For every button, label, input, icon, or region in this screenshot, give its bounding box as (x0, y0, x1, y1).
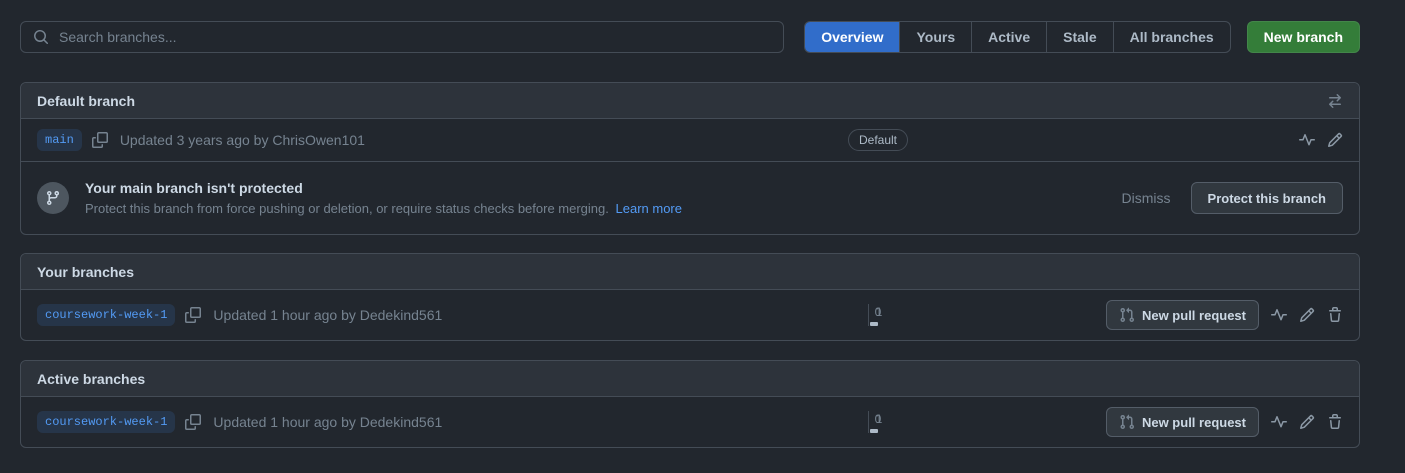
dismiss-link[interactable]: Dismiss (1122, 190, 1171, 206)
section-title: Active branches (37, 371, 145, 387)
trash-icon (1327, 307, 1343, 323)
arrow-switch-icon[interactable] (1327, 93, 1343, 109)
rename-branch-button[interactable] (1299, 307, 1315, 323)
notice-description: Protect this branch from force pushing o… (85, 201, 682, 216)
tab-all-branches[interactable]: All branches (1113, 22, 1230, 52)
ahead-behind-counter: 0 1 (868, 411, 889, 433)
filter-tabs: Overview Yours Active Stale All branches (804, 21, 1230, 53)
copy-icon (92, 132, 108, 148)
new-pull-request-label: New pull request (1142, 308, 1246, 323)
branch-updated-text: Updated 1 hour ago by Dedekind561 (213, 307, 442, 323)
section-title: Default branch (37, 93, 135, 109)
git-pull-request-icon (1119, 307, 1135, 323)
tab-yours[interactable]: Yours (899, 22, 971, 52)
new-pull-request-label: New pull request (1142, 415, 1246, 430)
your-branches-header: Your branches (21, 254, 1359, 290)
delete-branch-button[interactable] (1327, 414, 1343, 430)
pulse-icon (1271, 307, 1287, 323)
branch-updated-text: Updated 3 years ago by ChrisOwen101 (120, 132, 365, 148)
pulse-icon (1299, 132, 1315, 148)
branch-protection-notice: Your main branch isn't protected Protect… (21, 161, 1359, 234)
search-icon (33, 29, 49, 45)
pencil-icon (1299, 307, 1315, 323)
notice-description-text: Protect this branch from force pushing o… (85, 201, 609, 216)
default-branch-section: Default branch main Updated 3 years ago … (20, 82, 1360, 235)
git-pull-request-icon (1119, 414, 1135, 430)
delete-branch-button[interactable] (1327, 307, 1343, 323)
search-box[interactable] (20, 21, 784, 53)
branch-activity-button[interactable] (1271, 307, 1287, 323)
copy-branch-name-button[interactable] (92, 132, 108, 148)
branch-link-main[interactable]: main (37, 129, 82, 151)
section-title: Your branches (37, 264, 134, 280)
search-input[interactable] (49, 29, 783, 45)
branch-activity-button[interactable] (1271, 414, 1287, 430)
ahead-count: 1 (870, 411, 889, 428)
rename-branch-button[interactable] (1327, 132, 1343, 148)
copy-icon (185, 414, 201, 430)
branch-link-coursework[interactable]: coursework-week-1 (37, 411, 175, 433)
new-pull-request-button[interactable]: New pull request (1106, 407, 1259, 437)
default-branch-header: Default branch (21, 83, 1359, 119)
branch-protection-avatar (37, 182, 69, 214)
branch-link-coursework[interactable]: coursework-week-1 (37, 304, 175, 326)
branch-activity-button[interactable] (1299, 132, 1315, 148)
rename-branch-button[interactable] (1299, 414, 1315, 430)
pencil-icon (1327, 132, 1343, 148)
copy-icon (185, 307, 201, 323)
ahead-bar (870, 322, 878, 326)
ahead-count: 1 (870, 304, 889, 321)
ahead-behind-counter: 0 1 (868, 304, 889, 326)
branch-row-coursework-active: coursework-week-1 Updated 1 hour ago by … (21, 397, 1359, 447)
toolbar: Overview Yours Active Stale All branches… (20, 21, 1360, 53)
pencil-icon (1299, 414, 1315, 430)
branch-updated-text: Updated 1 hour ago by Dedekind561 (213, 414, 442, 430)
tab-active[interactable]: Active (971, 22, 1046, 52)
branches-page: Overview Yours Active Stale All branches… (20, 21, 1360, 448)
your-branches-section: Your branches coursework-week-1 Updated … (20, 253, 1360, 341)
tab-overview[interactable]: Overview (805, 22, 899, 52)
branch-row-coursework-yours: coursework-week-1 Updated 1 hour ago by … (21, 290, 1359, 340)
ahead-bar (870, 429, 878, 433)
new-branch-button[interactable]: New branch (1247, 21, 1360, 53)
learn-more-link[interactable]: Learn more (616, 201, 682, 216)
copy-branch-name-button[interactable] (185, 414, 201, 430)
active-branches-header: Active branches (21, 361, 1359, 397)
default-badge: Default (848, 129, 908, 151)
pulse-icon (1271, 414, 1287, 430)
notice-title: Your main branch isn't protected (85, 180, 682, 196)
branch-row-main: main Updated 3 years ago by ChrisOwen101… (21, 119, 1359, 161)
git-branch-icon (45, 190, 61, 206)
new-pull-request-button[interactable]: New pull request (1106, 300, 1259, 330)
tab-stale[interactable]: Stale (1046, 22, 1112, 52)
protect-this-branch-button[interactable]: Protect this branch (1191, 182, 1343, 214)
trash-icon (1327, 414, 1343, 430)
copy-branch-name-button[interactable] (185, 307, 201, 323)
active-branches-section: Active branches coursework-week-1 Update… (20, 360, 1360, 448)
